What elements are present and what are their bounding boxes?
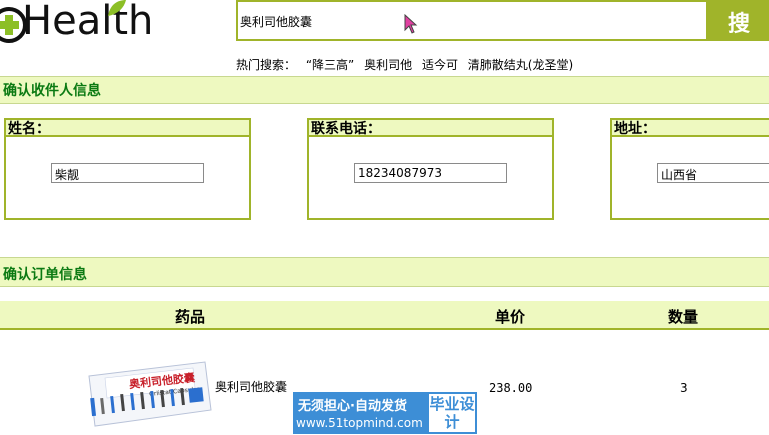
search-input[interactable]: 奥利司他胶囊 xyxy=(236,0,708,41)
watermark-left: 无须担心·自动发货 www.51topmind.com xyxy=(293,392,427,434)
address-label: 地址： xyxy=(612,120,769,137)
phone-field[interactable]: 18234087973 xyxy=(354,163,507,183)
product-price: 238.00 xyxy=(489,381,533,395)
watermark-url: www.51topmind.com xyxy=(296,416,423,430)
hot-search-link[interactable]: “降三高” xyxy=(306,58,354,72)
name-box: 姓名： 柴靓 xyxy=(4,118,251,220)
mouse-cursor-icon xyxy=(404,14,418,34)
order-table-header: 药品 单价 数量 xyxy=(0,301,769,330)
address-field[interactable]: 山西省 xyxy=(657,163,769,183)
search-input-value: 奥利司他胶囊 xyxy=(240,15,313,29)
medicine-box-icon[interactable]: 奥利司他胶囊 Orlistat Capsules xyxy=(85,358,213,428)
product-name[interactable]: 奥利司他胶囊 xyxy=(215,378,287,395)
order-section-header: 确认订单信息 xyxy=(0,257,769,287)
hot-search-link[interactable]: 奥利司他 xyxy=(364,58,412,72)
receiver-section-title: 确认收件人信息 xyxy=(3,83,101,99)
watermark-badge: 毕业设计 xyxy=(427,392,477,434)
address-box: 地址： 山西省 xyxy=(610,118,769,220)
receiver-section-header: 确认收件人信息 xyxy=(0,76,769,104)
product-quantity: 3 xyxy=(680,381,688,395)
column-header-drug: 药品 xyxy=(175,308,206,326)
phone-box: 联系电话： 18234087973 xyxy=(307,118,554,220)
site-logo[interactable]: Health xyxy=(0,0,175,45)
watermark-banner: 无须担心·自动发货 www.51topmind.com 毕业设计 xyxy=(293,392,477,434)
name-field[interactable]: 柴靓 xyxy=(51,163,204,183)
name-label: 姓名： xyxy=(6,120,249,137)
logo-text: Health xyxy=(22,0,154,44)
hot-search-link[interactable]: 清肺散结丸(龙圣堂) xyxy=(468,58,573,72)
phone-label: 联系电话： xyxy=(309,120,552,137)
column-header-quantity: 数量 xyxy=(668,308,699,326)
search-button[interactable]: 搜 索 xyxy=(708,0,769,41)
order-section-title: 确认订单信息 xyxy=(3,267,87,283)
hot-searches-label: 热门搜索： xyxy=(236,58,297,72)
column-header-price: 单价 xyxy=(495,308,526,326)
watermark-slogan: 无须担心·自动发货 xyxy=(298,399,407,414)
leaf-icon xyxy=(108,0,126,16)
hot-search-link[interactable]: 适今可 xyxy=(422,58,458,72)
hot-searches: 热门搜索： “降三高” 奥利司他 适今可 清肺散结丸(龙圣堂) xyxy=(236,56,579,73)
